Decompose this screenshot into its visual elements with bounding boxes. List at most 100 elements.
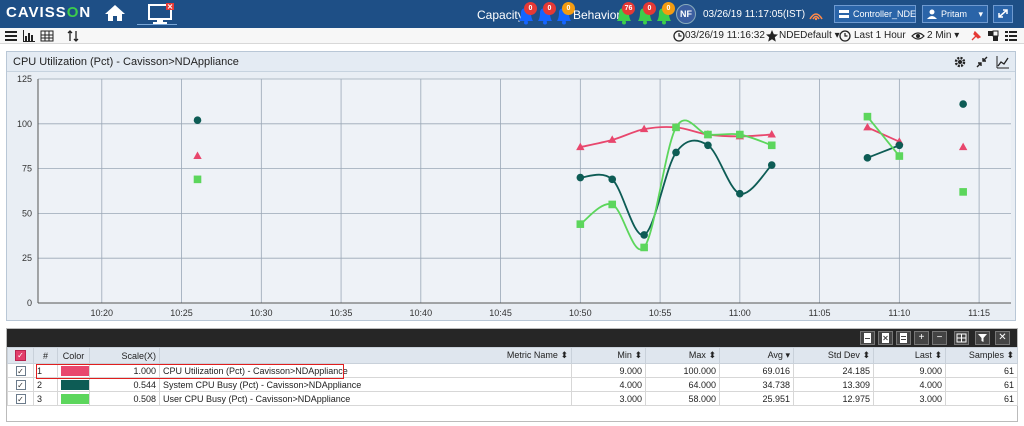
- favorite-label: NDEDefault: [779, 30, 832, 41]
- col-last[interactable]: Last ⬍: [873, 347, 946, 364]
- col-samples[interactable]: Samples ⬍: [945, 347, 1018, 364]
- table-row[interactable]: ✓ 3 0.508 User CPU Busy (Pct) - Cavisson…: [7, 391, 1018, 406]
- pin-icon[interactable]: [969, 29, 983, 43]
- col-avg[interactable]: Avg ▾: [719, 347, 794, 364]
- row-scale: 0.508: [89, 391, 160, 406]
- x-tick-label: 10:25: [170, 308, 193, 318]
- bar-chart-icon[interactable]: [22, 29, 36, 43]
- export-word-button[interactable]: [896, 331, 911, 345]
- layout-icon[interactable]: [986, 29, 1000, 43]
- color-swatch[interactable]: [61, 379, 89, 390]
- y-tick-label: 50: [22, 208, 32, 218]
- row-checkbox[interactable]: ✓: [15, 379, 26, 390]
- row-scale: 1.000: [89, 363, 160, 378]
- col-index[interactable]: #: [33, 347, 58, 364]
- row-max: 100.000: [645, 363, 720, 378]
- menu-icon[interactable]: [4, 29, 18, 43]
- x-tick-label: 10:55: [649, 308, 672, 318]
- table-grid-icon[interactable]: [40, 29, 54, 43]
- capacity-minor-alert[interactable]: 0: [553, 2, 575, 25]
- row-samples: 61: [945, 391, 1018, 406]
- remove-row-button[interactable]: −: [932, 331, 947, 345]
- clock-icon: [673, 30, 685, 42]
- x-tick-label: 11:10: [888, 308, 910, 318]
- filter-button[interactable]: [975, 331, 990, 345]
- trend-line-icon[interactable]: [996, 55, 1010, 69]
- columns-button[interactable]: [954, 331, 969, 345]
- y-tick-label: 100: [17, 119, 32, 129]
- cavisson-logo[interactable]: CAVISSON: [6, 4, 91, 21]
- excel-icon: [882, 333, 889, 343]
- collapse-icon[interactable]: [975, 55, 989, 69]
- home-icon[interactable]: [104, 3, 126, 23]
- user-avatar[interactable]: NF: [676, 4, 696, 24]
- table-header-row: ✓ # Color Scale(X) Metric Name ⬍ Min ⬍ M…: [7, 347, 1018, 364]
- duration-select[interactable]: Last 1 Hour: [854, 30, 906, 41]
- col-min[interactable]: Min ⬍: [571, 347, 646, 364]
- favorite-select[interactable]: NDEDefault ▾: [779, 30, 840, 41]
- close-table-button[interactable]: ✕: [995, 331, 1010, 345]
- row-max: 64.000: [645, 377, 720, 392]
- table-toolbar: + − ✕: [7, 329, 1017, 347]
- table-row[interactable]: ✓ 2 0.544 System CPU Busy (Pct) - Caviss…: [7, 377, 1018, 392]
- row-avg: 34.738: [719, 377, 794, 392]
- col-min-label: Min: [617, 350, 632, 360]
- data-point: [193, 116, 202, 125]
- data-point: [672, 148, 680, 157]
- warning-icon[interactable]: [808, 6, 824, 22]
- add-row-button[interactable]: +: [914, 331, 929, 345]
- controller-button[interactable]: Controller_NDE: [834, 5, 916, 23]
- col-metric-name[interactable]: Metric Name ⬍: [159, 347, 572, 364]
- x-tick-label: 10:20: [91, 308, 114, 318]
- row-checkbox[interactable]: ✓: [15, 393, 26, 404]
- col-std-label: Std Dev: [827, 350, 860, 360]
- select-all-header[interactable]: ✓: [7, 347, 34, 364]
- data-point: [959, 100, 967, 108]
- checkbox-checked-icon[interactable]: ✓: [15, 350, 26, 361]
- row-min: 3.000: [571, 391, 646, 406]
- star-icon[interactable]: [765, 29, 779, 43]
- cpu-utilization-chart[interactable]: 0 25 50 75 100 125 10:20 10:25 10:30 10:35 10:40 10…: [7, 73, 1015, 321]
- col-std-dev[interactable]: Std Dev ⬍: [793, 347, 874, 364]
- color-swatch[interactable]: [61, 365, 89, 376]
- row-checkbox-cell: ✓: [7, 363, 34, 378]
- fullscreen-button[interactable]: [993, 5, 1013, 23]
- sort-icon: ⬍: [1006, 350, 1014, 360]
- row-min: 9.000: [571, 363, 646, 378]
- export-excel-button[interactable]: [878, 331, 893, 345]
- row-last: 9.000: [873, 363, 946, 378]
- export-pdf-button[interactable]: [860, 331, 875, 345]
- list-icon[interactable]: [1004, 29, 1018, 43]
- row-checkbox[interactable]: ✓: [15, 365, 26, 376]
- x-tick-label: 10:50: [569, 308, 592, 318]
- user-menu-button[interactable]: Pritam ▾: [922, 5, 988, 23]
- data-point: [608, 175, 617, 184]
- x-tick-label: 11:00: [729, 308, 751, 318]
- sort-icon[interactable]: [66, 29, 80, 43]
- y-tick-label: 0: [27, 298, 32, 308]
- y-tick-label: 25: [22, 253, 32, 263]
- color-swatch[interactable]: [61, 393, 89, 404]
- row-std-dev: 13.309: [793, 377, 874, 392]
- plot-area: [38, 79, 1011, 303]
- behavior-critical-alert[interactable]: 76: [613, 2, 635, 25]
- metrics-table-panel: + − ✕ ✓ # Color Scale(X) Metric Name ⬍ M…: [6, 328, 1018, 422]
- minus-icon: −: [936, 332, 943, 343]
- data-point: [672, 123, 680, 132]
- user-icon: [927, 9, 937, 19]
- monitor-icon[interactable]: [137, 3, 177, 25]
- server-datetime: 03/26/19 11:17:05(IST): [703, 9, 806, 20]
- chevron-down-icon: ▾: [978, 9, 983, 19]
- col-max[interactable]: Max ⬍: [645, 347, 720, 364]
- col-scale[interactable]: Scale(X): [89, 347, 160, 364]
- behavior-minor-alert[interactable]: 0: [653, 2, 675, 25]
- data-point: [608, 200, 617, 209]
- data-point: [863, 154, 872, 162]
- data-point: [863, 112, 872, 121]
- table-row[interactable]: ✓ 1 1.000 CPU Utilization (Pct) - Caviss…: [7, 363, 1018, 378]
- interval-select[interactable]: 2 Min ▾: [927, 30, 959, 41]
- row-metric-name: CPU Utilization (Pct) - Cavisson>NDAppli…: [159, 363, 572, 378]
- panel-title: CPU Utilization (Pct) - Cavisson>NDAppli…: [13, 56, 239, 68]
- gear-icon[interactable]: [953, 55, 967, 69]
- col-color[interactable]: Color: [57, 347, 90, 364]
